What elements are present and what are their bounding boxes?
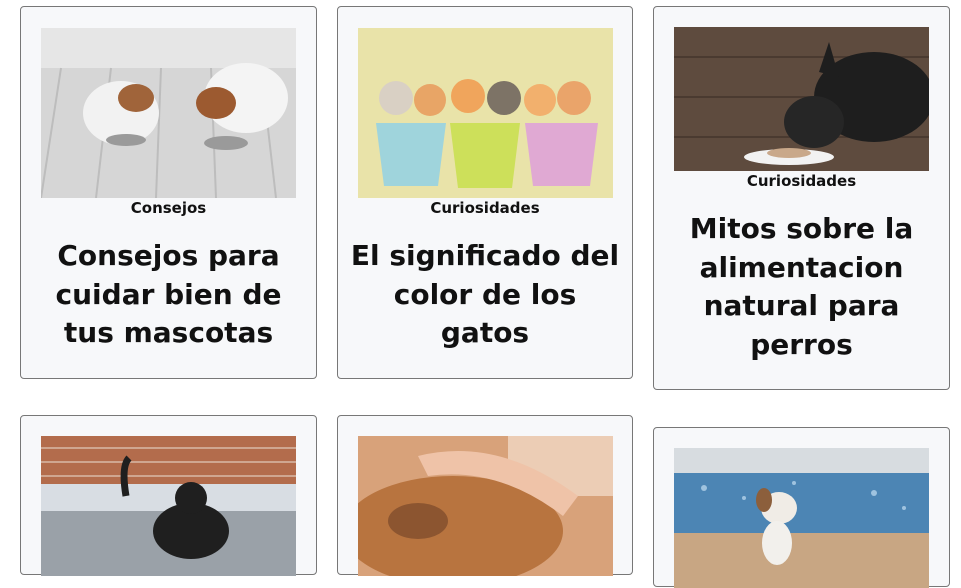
article-image[interactable] <box>674 448 929 588</box>
article-image[interactable] <box>358 28 613 198</box>
article-image[interactable] <box>674 27 929 171</box>
article-card[interactable]: Curiosidades Mitos sobre la alimentacion… <box>653 6 950 390</box>
article-category: Curiosidades <box>430 199 540 217</box>
article-category: Consejos <box>130 199 207 217</box>
article-image[interactable] <box>41 28 296 198</box>
article-category: Curiosidades <box>746 172 857 190</box>
cat-and-dog-eating-photo-icon <box>41 28 296 198</box>
black-cat-photo-icon <box>41 436 296 576</box>
article-title[interactable]: El significado del color de los gatos <box>348 237 622 353</box>
kittens-in-pots-photo-icon <box>358 28 613 198</box>
article-card[interactable]: Consejos Consejos para cuidar bien de tu… <box>20 6 317 379</box>
beagle-beach-photo-icon <box>674 448 929 588</box>
article-image[interactable] <box>41 436 296 576</box>
dog-petted-photo-icon <box>358 436 613 576</box>
article-card[interactable] <box>653 427 950 588</box>
article-title[interactable]: Consejos para cuidar bien de tus mascota… <box>31 237 306 353</box>
article-card[interactable] <box>20 415 317 576</box>
article-image[interactable] <box>358 436 613 576</box>
article-card[interactable] <box>337 415 633 576</box>
article-card[interactable]: Curiosidades El significado del color de… <box>337 6 633 379</box>
french-bulldog-eating-photo-icon <box>674 27 929 171</box>
article-title[interactable]: Mitos sobre la alimentacion natural para… <box>664 210 939 364</box>
